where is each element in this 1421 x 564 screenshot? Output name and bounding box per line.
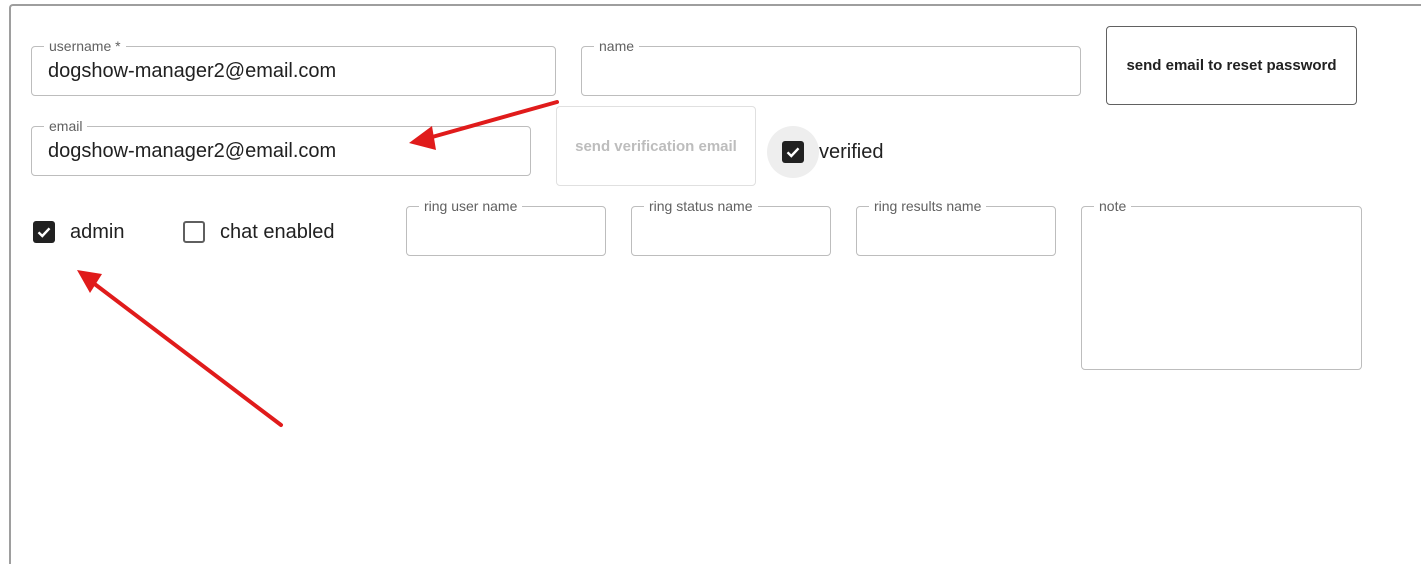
username-label: username * bbox=[44, 38, 126, 54]
chat-enabled-label: chat enabled bbox=[220, 221, 335, 243]
ring-status-name-field[interactable]: ring status name bbox=[631, 198, 831, 256]
admin-label: admin bbox=[70, 221, 125, 243]
note-label: note bbox=[1094, 198, 1132, 214]
note-textarea[interactable]: note bbox=[1081, 198, 1362, 370]
ring-results-name-field[interactable]: ring results name bbox=[856, 198, 1056, 256]
verified-label: verified bbox=[819, 141, 884, 163]
admin-checkbox[interactable] bbox=[33, 221, 55, 243]
verified-checkbox[interactable] bbox=[782, 141, 804, 163]
name-label: name bbox=[594, 38, 640, 54]
check-icon bbox=[786, 147, 800, 158]
reset-password-button[interactable]: send email to reset password bbox=[1106, 26, 1357, 105]
username-field[interactable]: username * dogshow-manager2@email.com bbox=[31, 38, 556, 96]
username-value: dogshow-manager2@email.com bbox=[48, 60, 337, 82]
chat-enabled-checkbox[interactable] bbox=[183, 221, 205, 243]
email-label: email bbox=[44, 118, 88, 134]
email-value: dogshow-manager2@email.com bbox=[48, 140, 337, 162]
ring-user-name-label: ring user name bbox=[419, 198, 523, 214]
ring-results-name-label: ring results name bbox=[869, 198, 987, 214]
email-field[interactable]: email dogshow-manager2@email.com bbox=[31, 118, 531, 176]
send-verification-button[interactable]: send verification email bbox=[556, 106, 756, 186]
ring-user-name-field[interactable]: ring user name bbox=[406, 198, 606, 256]
name-field[interactable]: name bbox=[581, 38, 1081, 96]
ring-status-name-label: ring status name bbox=[644, 198, 758, 214]
check-icon bbox=[37, 227, 51, 238]
